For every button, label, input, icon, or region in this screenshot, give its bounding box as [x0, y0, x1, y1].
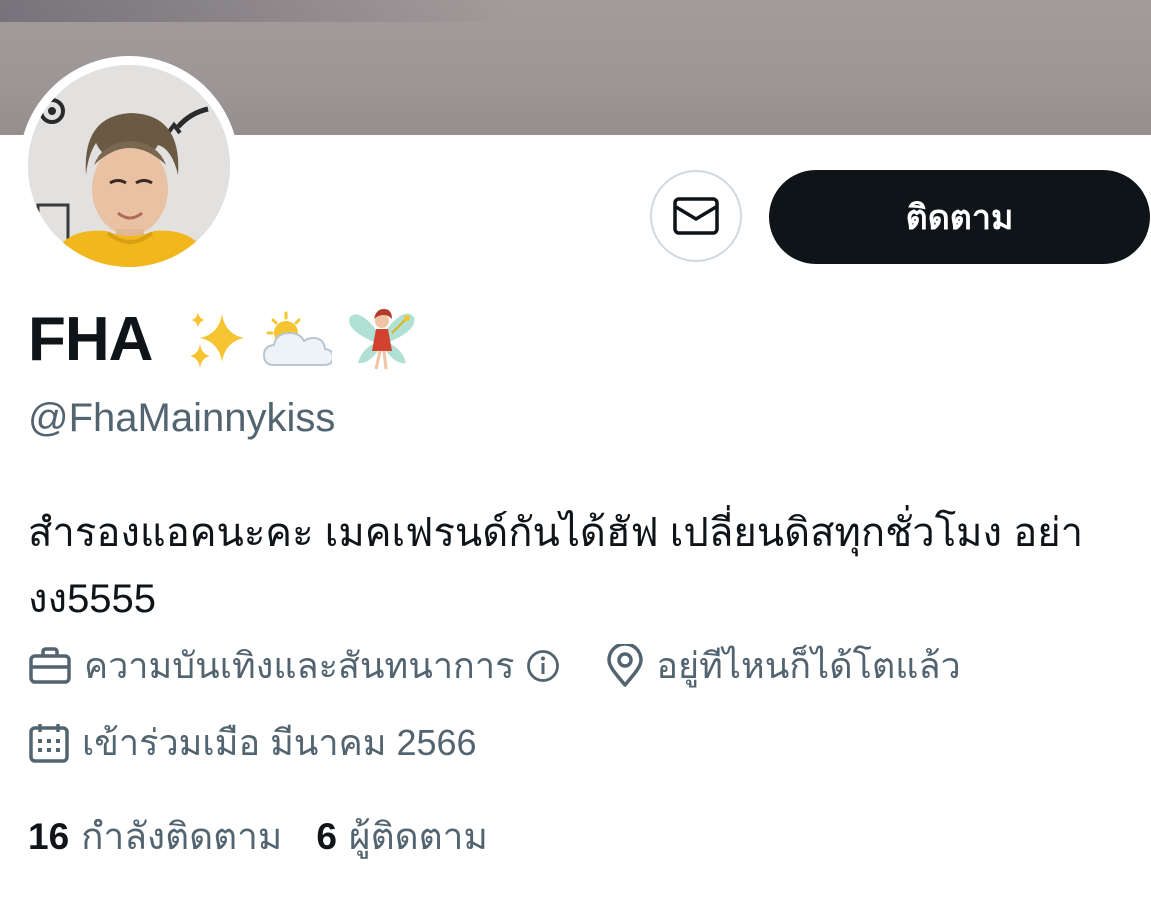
calendar-icon: [28, 722, 70, 764]
display-name: FHA: [28, 305, 153, 374]
location-item: อยู่ทีไหนก็ได้โตแล้ว: [606, 643, 961, 689]
category-label: ความบันเทิงและสันทนาการ: [84, 645, 515, 686]
joined-item: เข้าร่วมเมือ มีนาคม 2566: [28, 720, 477, 766]
follow-button[interactable]: ติดตาม: [769, 170, 1150, 264]
avatar[interactable]: [28, 65, 230, 267]
follow-stats: 16 กำลังติดตาม 6 ผู้ติดตาม: [28, 813, 488, 861]
banner-artwork: [0, 0, 520, 22]
location-label: อยู่ทีไหนก็ได้โตแล้ว: [656, 645, 961, 686]
avatar-photo: [28, 65, 230, 267]
follow-button-label: ติดตาม: [905, 199, 1014, 237]
name-emojis: [186, 304, 416, 378]
followers-count: 6: [316, 816, 337, 857]
followers-stat[interactable]: 6 ผู้ติดตาม: [316, 813, 488, 861]
location-pin-icon: [606, 644, 644, 688]
envelope-icon: [673, 197, 719, 235]
category-item: ความบันเทิงและสันทนาการ: [28, 643, 560, 689]
message-button[interactable]: [650, 170, 742, 262]
joined-label: เข้าร่วมเมือ มีนาคม 2566: [82, 722, 477, 763]
following-count: 16: [28, 816, 70, 857]
info-icon[interactable]: [526, 649, 560, 683]
fairy-emoji: [349, 309, 415, 370]
user-handle: @FhaMainnykiss: [28, 396, 336, 440]
profile-page: ติดตาม FHA @FhaMainnykiss สำรองแอคนะคะ เ…: [0, 0, 1151, 909]
following-label: กำลังติดตาม: [81, 816, 283, 857]
followers-label: ผู้ติดตาม: [348, 816, 488, 857]
profile-bio: สำรองแอคนะคะ เมคเฟรนด์กันได้ฮัฟ เปลี่ยนด…: [28, 511, 1084, 621]
following-stat[interactable]: 16 กำลังติดตาม: [28, 813, 282, 861]
briefcase-icon: [28, 647, 72, 685]
profile-meta-row: ความบันเทิงและสันทนาการ อยู่ทีไหนก็ได้โต…: [28, 643, 961, 689]
sun-behind-cloud-emoji: [262, 311, 332, 366]
joined-row: เข้าร่วมเมือ มีนาคม 2566: [28, 720, 477, 766]
sparkles-emoji: [190, 312, 244, 368]
